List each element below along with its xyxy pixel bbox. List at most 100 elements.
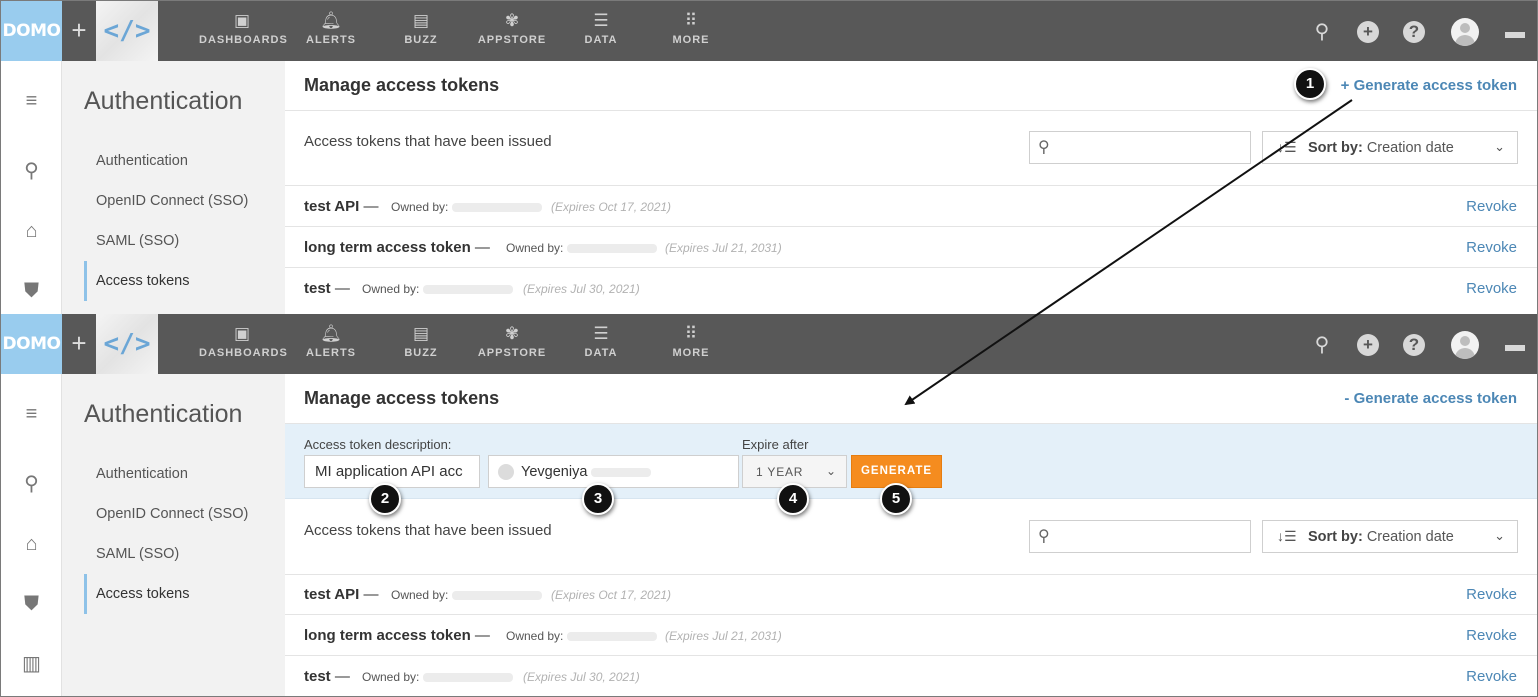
help-icon[interactable]: ? bbox=[1403, 21, 1425, 43]
token-owner: Owned by: bbox=[506, 241, 658, 255]
hamburger-menu-icon[interactable]: ≡ bbox=[1, 89, 62, 113]
table-row: test — Owned by: (Expires Jul 30, 2021) … bbox=[285, 268, 1537, 309]
avatar[interactable] bbox=[1451, 331, 1479, 359]
issued-label: Access tokens that have been issued bbox=[304, 522, 552, 539]
redacted-owner bbox=[452, 591, 543, 601]
add-icon[interactable]: + bbox=[1357, 334, 1379, 356]
callout-4: 4 bbox=[777, 483, 809, 515]
shield-user-icon[interactable]: ⛊ bbox=[1, 279, 62, 303]
token-search[interactable]: ⚲ bbox=[1029, 520, 1251, 553]
panel-before: DOMO + </> ▣ DASHBOARDS 🔔︎ ALERTS ▤ BUZZ… bbox=[1, 1, 1537, 314]
messages-icon[interactable]: ▬ bbox=[1502, 19, 1528, 45]
token-name: long term access token — bbox=[304, 627, 490, 644]
nav-buzz-label: BUZZ bbox=[404, 347, 438, 359]
revoke-button[interactable]: Revoke bbox=[1466, 198, 1517, 215]
revoke-button[interactable]: Revoke bbox=[1466, 627, 1517, 644]
domo-logo[interactable]: DOMO bbox=[1, 314, 62, 374]
shield-user-icon[interactable]: ⛊ bbox=[1, 592, 62, 616]
help-icon[interactable]: ? bbox=[1403, 334, 1425, 356]
table-row: long term access token — Owned by: (Expi… bbox=[285, 227, 1537, 268]
nav-data-label: DATA bbox=[584, 347, 618, 359]
collapse-generate-access-token-link[interactable]: - Generate access token bbox=[1344, 390, 1517, 407]
token-description-input[interactable] bbox=[304, 455, 480, 488]
developer-icon[interactable]: </> bbox=[96, 314, 158, 374]
table-row: long term access token — Owned by: (Expi… bbox=[285, 615, 1537, 656]
revoke-button[interactable]: Revoke bbox=[1466, 239, 1517, 256]
search-icon[interactable]: ⚲ bbox=[1, 472, 62, 496]
issued-label: Access tokens that have been issued bbox=[304, 133, 552, 150]
nav-buzz[interactable]: ▤ BUZZ bbox=[393, 11, 449, 55]
home-icon[interactable]: ⌂ bbox=[1, 532, 62, 556]
redacted-surname bbox=[591, 467, 652, 477]
nav-appstore[interactable]: ✾ APPSTORE bbox=[475, 11, 549, 55]
nav-dashboards[interactable]: ▣ DASHBOARDS bbox=[199, 324, 287, 368]
token-name: test — bbox=[304, 280, 350, 297]
database-icon: ☰ bbox=[593, 11, 609, 30]
messages-icon[interactable]: ▬ bbox=[1502, 332, 1528, 358]
callout-1: 1 bbox=[1294, 68, 1326, 100]
nav-appstore[interactable]: ✾ APPSTORE bbox=[475, 324, 549, 368]
token-expiry: (Expires Jul 21, 2031) bbox=[665, 629, 782, 643]
sort-prefix: Sort by: bbox=[1308, 529, 1363, 545]
expire-label: Expire after bbox=[742, 437, 809, 452]
owner-picker[interactable]: Yevgeniya bbox=[488, 455, 739, 488]
nav-more[interactable]: ⠿ MORE bbox=[665, 324, 717, 368]
generate-token-form: Access token description: Yevgeniya Expi… bbox=[285, 424, 1537, 499]
expire-value: 1 YEAR bbox=[756, 465, 804, 479]
token-owner: Owned by: bbox=[506, 629, 658, 643]
token-owner: Owned by: bbox=[362, 282, 514, 296]
sort-value: Creation date bbox=[1366, 529, 1454, 545]
nav-buzz[interactable]: ▤ BUZZ bbox=[393, 324, 449, 368]
nav-data-label: DATA bbox=[584, 34, 618, 46]
home-icon[interactable]: ⌂ bbox=[1, 219, 62, 243]
sidebar-item-saml[interactable]: SAML (SSO) bbox=[84, 221, 284, 261]
sidebar-title: Authentication bbox=[84, 400, 243, 428]
token-name: long term access token — bbox=[304, 239, 490, 256]
chat-icon: ▤ bbox=[412, 324, 430, 343]
chat-icon: ▤ bbox=[412, 11, 430, 30]
main-content: Manage access tokens + Generate access t… bbox=[285, 61, 1537, 314]
sidebar-item-openid-connect[interactable]: OpenID Connect (SSO) bbox=[84, 181, 284, 221]
hamburger-menu-icon[interactable]: ≡ bbox=[1, 402, 62, 426]
nav-data[interactable]: ☰ DATA bbox=[576, 324, 626, 368]
developer-icon[interactable]: </> bbox=[96, 1, 158, 61]
nav-data[interactable]: ☰ DATA bbox=[576, 11, 626, 55]
main-content: Manage access tokens - Generate access t… bbox=[285, 374, 1537, 696]
sidebar-item-authentication[interactable]: Authentication bbox=[84, 141, 284, 181]
generate-access-token-link[interactable]: + Generate access token bbox=[1341, 77, 1517, 94]
token-search-input[interactable] bbox=[1060, 525, 1240, 549]
sidebar-item-access-tokens[interactable]: Access tokens bbox=[84, 574, 284, 614]
sort-dropdown[interactable]: ↓☰ Sort by: Creation date ⌄ bbox=[1262, 520, 1518, 553]
search-icon: ⚲ bbox=[1038, 528, 1050, 545]
revoke-button[interactable]: Revoke bbox=[1466, 280, 1517, 297]
report-icon[interactable]: ▥ bbox=[1, 652, 62, 676]
add-nav-icon[interactable]: + bbox=[62, 1, 96, 61]
sort-dropdown[interactable]: ↓☰ Sort by: Creation date ⌄ bbox=[1262, 131, 1518, 164]
nav-dashboards[interactable]: ▣ DASHBOARDS bbox=[199, 11, 287, 55]
nav-more[interactable]: ⠿ MORE bbox=[665, 11, 717, 55]
nav-alerts[interactable]: 🔔︎ ALERTS bbox=[301, 324, 361, 368]
appstore-icon: ✾ bbox=[504, 324, 520, 343]
token-expiry: (Expires Jul 21, 2031) bbox=[665, 241, 782, 255]
add-icon[interactable]: + bbox=[1357, 21, 1379, 43]
grid-icon: ⠿ bbox=[684, 11, 698, 30]
sidebar-item-openid-connect[interactable]: OpenID Connect (SSO) bbox=[84, 494, 284, 534]
sidebar-item-authentication[interactable]: Authentication bbox=[84, 454, 284, 494]
avatar[interactable] bbox=[1451, 18, 1479, 46]
left-rail: ≡ ⚲ ⌂ ⛊ bbox=[1, 61, 62, 314]
revoke-button[interactable]: Revoke bbox=[1466, 586, 1517, 603]
nav-alerts[interactable]: 🔔︎ ALERTS bbox=[301, 11, 361, 55]
redacted-owner bbox=[567, 632, 658, 642]
token-search[interactable]: ⚲ bbox=[1029, 131, 1251, 164]
token-search-input[interactable] bbox=[1060, 136, 1240, 160]
search-icon[interactable]: ⚲ bbox=[1309, 332, 1335, 358]
sidebar-item-saml[interactable]: SAML (SSO) bbox=[84, 534, 284, 574]
nav-buzz-label: BUZZ bbox=[404, 34, 438, 46]
revoke-button[interactable]: Revoke bbox=[1466, 668, 1517, 685]
sidebar-item-access-tokens[interactable]: Access tokens bbox=[84, 261, 284, 301]
search-icon[interactable]: ⚲ bbox=[1309, 19, 1335, 45]
search-icon[interactable]: ⚲ bbox=[1, 159, 62, 183]
add-nav-icon[interactable]: + bbox=[62, 314, 96, 374]
bell-icon: 🔔︎ bbox=[320, 324, 342, 343]
domo-logo[interactable]: DOMO bbox=[1, 1, 62, 61]
